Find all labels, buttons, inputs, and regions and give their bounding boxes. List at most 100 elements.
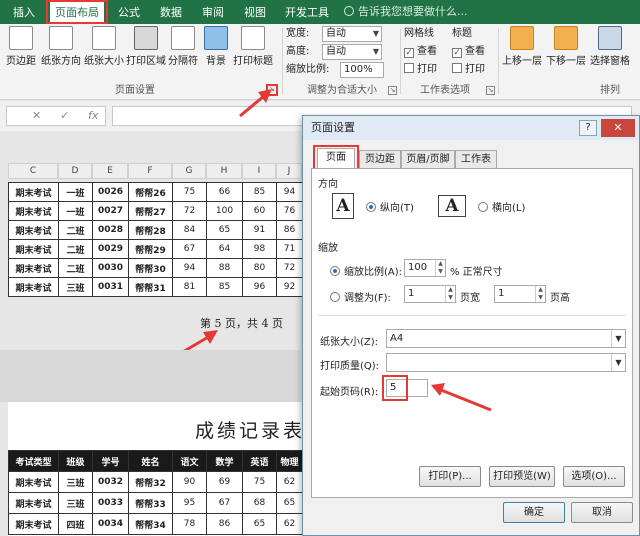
tab-formulas[interactable]: 公式	[112, 4, 146, 22]
tab-sheet[interactable]: 工作表	[455, 150, 497, 168]
headings-view-checkbox[interactable]: ✓ 查看	[452, 44, 485, 60]
table-cell[interactable]: 0031	[92, 277, 129, 297]
selection-pane-button[interactable]: 选择窗格	[588, 26, 632, 67]
table-cell[interactable]: 67	[206, 492, 243, 514]
table-cell[interactable]: 二班	[58, 239, 93, 259]
table-cell[interactable]: 64	[206, 239, 243, 259]
tab-header-footer[interactable]: 页眉/页脚	[401, 150, 455, 168]
tab-view[interactable]: 视图	[238, 4, 272, 22]
table-cell[interactable]: 60	[242, 201, 277, 221]
bring-forward-button[interactable]: 上移一层	[500, 26, 544, 67]
cancel-x-icon[interactable]: ✕	[32, 109, 41, 122]
help-icon[interactable]: ?	[579, 120, 597, 136]
tab-review[interactable]: 审阅	[196, 4, 230, 22]
table-cell[interactable]: 85	[206, 277, 243, 297]
spinner-arrows-icon[interactable]: ▲ ▼	[435, 260, 445, 276]
column-header[interactable]: F	[128, 163, 172, 179]
column-header[interactable]: E	[92, 163, 128, 179]
enter-check-icon[interactable]: ✓	[60, 109, 69, 122]
margins-button[interactable]: 页边距	[4, 26, 38, 67]
scale-spinner[interactable]: 100%	[340, 62, 384, 78]
tab-insert[interactable]: 插入	[6, 4, 42, 22]
print-quality-select[interactable]: ▼	[386, 353, 626, 372]
tab-developer[interactable]: 开发工具	[280, 4, 334, 22]
table-cell[interactable]: 帮帮28	[128, 220, 173, 240]
fit-tall-spinner[interactable]: 1 ▲ ▼	[494, 285, 546, 303]
table-cell[interactable]: 72	[172, 201, 207, 221]
table-cell[interactable]: 期末考试	[8, 258, 59, 278]
table-cell[interactable]: 帮帮27	[128, 201, 173, 221]
table-cell[interactable]: 期末考试	[8, 513, 59, 535]
breaks-button[interactable]: 分隔符	[168, 26, 198, 67]
fit-wide-spinner[interactable]: 1 ▲ ▼	[404, 285, 456, 303]
table-cell[interactable]: 69	[206, 471, 243, 493]
table-cell[interactable]: 94	[276, 182, 303, 202]
cancel-button[interactable]: 取消	[571, 502, 633, 523]
table-cell[interactable]: 期末考试	[8, 277, 59, 297]
column-header[interactable]: C	[8, 163, 58, 179]
table-cell[interactable]: 帮帮33	[128, 492, 173, 514]
tab-data[interactable]: 数据	[154, 4, 188, 22]
table-cell[interactable]: 78	[172, 513, 207, 535]
table-cell[interactable]: 0026	[92, 182, 129, 202]
table-cell[interactable]: 期末考试	[8, 471, 59, 493]
table-cell[interactable]: 帮帮31	[128, 277, 173, 297]
table-cell[interactable]: 98	[242, 239, 277, 259]
spinner-arrows-icon[interactable]: ▲ ▼	[535, 286, 545, 302]
table-cell[interactable]: 0028	[92, 220, 129, 240]
table-cell[interactable]: 帮帮26	[128, 182, 173, 202]
table-cell[interactable]: 91	[242, 220, 277, 240]
table-cell[interactable]: 一班	[58, 182, 93, 202]
table-cell[interactable]: 二班	[58, 220, 93, 240]
table-cell[interactable]: 一班	[58, 201, 93, 221]
portrait-radio[interactable]: 纵向(T)	[366, 199, 414, 214]
table-cell[interactable]: 0029	[92, 239, 129, 259]
sheet-options-launcher-icon[interactable]: ↘	[486, 86, 495, 95]
table-cell[interactable]: 帮帮29	[128, 239, 173, 259]
print-titles-button[interactable]: 打印标题	[232, 26, 274, 67]
landscape-radio[interactable]: 横向(L)	[478, 199, 525, 214]
scale-launcher-icon[interactable]: ↘	[388, 86, 397, 95]
column-header[interactable]: J	[276, 163, 302, 179]
paper-size-select[interactable]: A4 ▼	[386, 329, 626, 348]
column-header[interactable]: D	[58, 163, 92, 179]
table-cell[interactable]: 86	[206, 513, 243, 535]
table-cell[interactable]: 81	[172, 277, 207, 297]
table-cell[interactable]: 65	[276, 492, 303, 514]
table-cell[interactable]: 95	[172, 492, 207, 514]
table-cell[interactable]: 帮帮32	[128, 471, 173, 493]
width-select[interactable]: 自动 ▼	[322, 26, 382, 42]
fit-to-radio[interactable]: 调整为(F):	[330, 289, 391, 304]
table-cell[interactable]: 62	[276, 471, 303, 493]
table-cell[interactable]: 76	[276, 201, 303, 221]
table-cell[interactable]: 四班	[58, 513, 93, 535]
table-cell[interactable]: 90	[172, 471, 207, 493]
table-cell[interactable]: 68	[242, 492, 277, 514]
table-cell[interactable]: 80	[242, 258, 277, 278]
table-cell[interactable]: 92	[276, 277, 303, 297]
table-cell[interactable]: 0030	[92, 258, 129, 278]
table-cell[interactable]: 86	[276, 220, 303, 240]
table-cell[interactable]: 100	[206, 201, 243, 221]
table-cell[interactable]: 0033	[92, 492, 129, 514]
table-cell[interactable]: 0027	[92, 201, 129, 221]
send-backward-button[interactable]: 下移一层	[544, 26, 588, 67]
table-cell[interactable]: 96	[242, 277, 277, 297]
table-cell[interactable]: 二班	[58, 258, 93, 278]
table-cell[interactable]: 65	[242, 513, 277, 535]
table-cell[interactable]: 84	[172, 220, 207, 240]
fx-icon[interactable]: fx	[88, 109, 98, 122]
table-cell[interactable]: 65	[206, 220, 243, 240]
adjust-percent-spinner[interactable]: 100 ▲ ▼	[404, 259, 446, 277]
gridlines-view-checkbox[interactable]: ✓ 查看	[404, 44, 437, 60]
table-cell[interactable]: 三班	[58, 471, 93, 493]
tab-margins[interactable]: 页边距	[359, 150, 401, 168]
table-cell[interactable]: 88	[206, 258, 243, 278]
table-cell[interactable]: 66	[206, 182, 243, 202]
height-select[interactable]: 自动 ▼	[322, 44, 382, 60]
table-cell[interactable]: 75	[242, 471, 277, 493]
headings-print-checkbox[interactable]: 打印	[452, 62, 485, 78]
table-cell[interactable]: 0032	[92, 471, 129, 493]
ok-button[interactable]: 确定	[503, 502, 565, 523]
table-cell[interactable]: 三班	[58, 277, 93, 297]
